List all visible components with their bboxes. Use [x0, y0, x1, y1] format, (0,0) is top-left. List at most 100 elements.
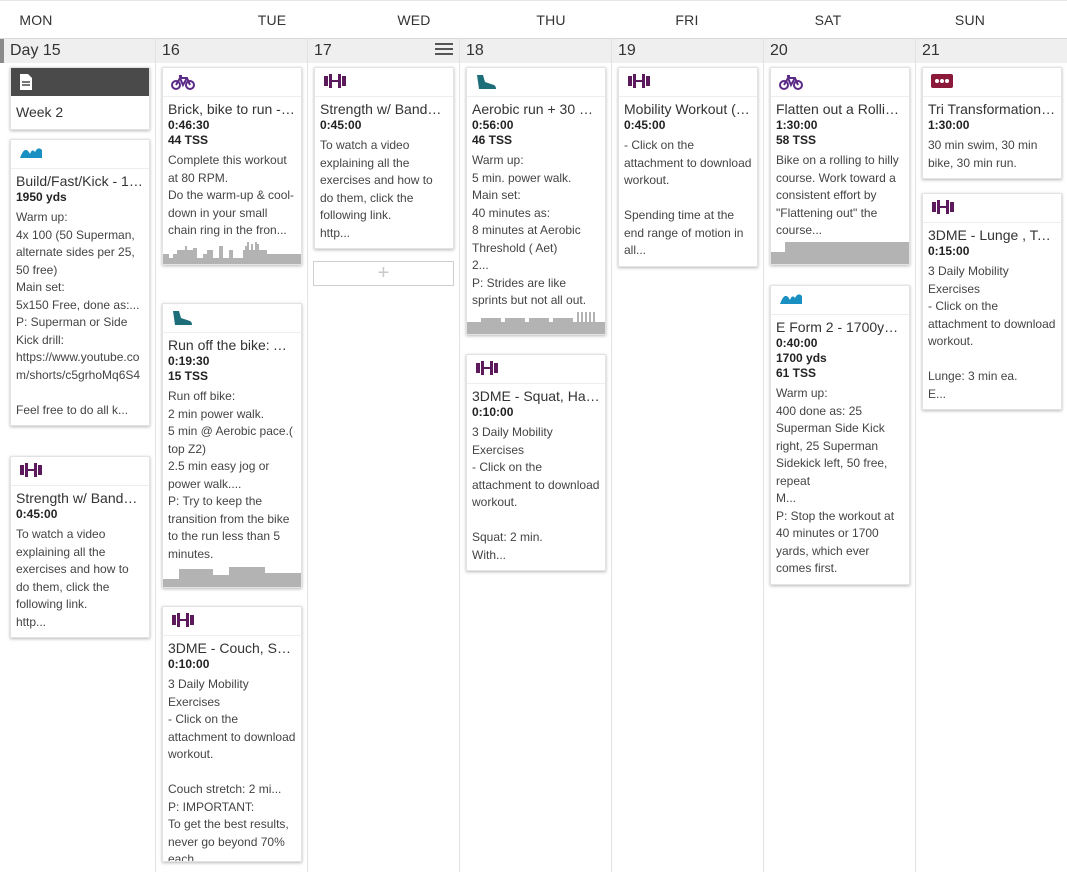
- strength-icon: [172, 613, 194, 627]
- workout-title: Strength w/ Bands (Full Body): [320, 101, 453, 117]
- week-menu-icon[interactable]: [435, 43, 453, 57]
- column-divider: [155, 38, 156, 872]
- workout-duration: 0:40:00: [776, 336, 818, 350]
- swim-icon: [780, 294, 802, 304]
- workout-card-run[interactable]: Aerobic run + 30 sec strides 0:56:00 46 …: [466, 67, 606, 335]
- workout-card-strength[interactable]: Mobility Workout (Full Body) 0:45:00 - C…: [618, 67, 758, 267]
- workout-title: 3DME - Squat, Hamstring, Lunge: [472, 388, 605, 404]
- workout-card-strength[interactable]: Strength w/ Bands (Full Body) 0:45:00 To…: [10, 456, 150, 638]
- workout-card-swim[interactable]: E Form 2 - 1700yds or 40 min 0:40:00 170…: [770, 285, 910, 585]
- date-tue: 16: [162, 42, 180, 59]
- workout-tss: 58 TSS: [776, 133, 817, 147]
- workout-card-strength[interactable]: 3DME - Couch, Squat, Lunge 0:10:00 3 Dai…: [162, 606, 302, 862]
- date-mon: Day 15: [10, 42, 61, 59]
- workout-description: Complete this workout at 80 RPM. Do the …: [168, 153, 295, 237]
- workout-title: 3DME - Lunge , Table Top, Squat: [928, 227, 1061, 243]
- workout-card-bike[interactable]: Flatten out a Rolling Course 1:30:00 58 …: [770, 67, 910, 265]
- plus-icon: +: [377, 262, 390, 284]
- workout-intensity-graph: [163, 241, 301, 264]
- other-icon: [931, 74, 953, 88]
- date-sun: 21: [922, 42, 940, 59]
- strength-icon: [476, 361, 498, 375]
- workout-title: Run off the bike: Aerobic: [168, 337, 301, 353]
- workout-intensity-graph: [771, 241, 909, 264]
- workout-title: Flatten out a Rolling Course: [776, 101, 909, 117]
- date-wed: 17: [314, 42, 332, 59]
- workout-title: Brick, bike to run - 80 RPM: [168, 101, 301, 117]
- workout-description: Warm up: 400 done as: 25 Superman Side K…: [776, 386, 895, 575]
- workout-duration: 0:10:00: [168, 657, 210, 671]
- workout-card-swim[interactable]: Build/Fast/Kick - 1950 yds 1950 yds Warm…: [10, 139, 150, 426]
- strength-icon: [932, 200, 954, 214]
- workout-card-strength[interactable]: Strength w/ Bands (Full Body) 0:45:00 To…: [314, 67, 454, 249]
- workout-description: To watch a video explaining all the exer…: [320, 138, 433, 240]
- workout-description: 3 Daily Mobility Exercises - Click on th…: [168, 677, 296, 862]
- top-border: [0, 0, 1067, 4]
- weekday-tue: TUE: [257, 12, 287, 28]
- run-icon: [477, 75, 496, 89]
- workout-title: 3DME - Couch, Squat, Lunge: [168, 640, 301, 656]
- column-divider: [611, 38, 612, 872]
- column-divider: [915, 38, 916, 872]
- workout-card-run[interactable]: Run off the bike: Aerobic 0:19:30 15 TSS…: [162, 303, 302, 588]
- workout-description: To watch a video explaining all the exer…: [16, 527, 129, 629]
- note-icon: [20, 74, 32, 90]
- workout-card-strength[interactable]: 3DME - Lunge , Table Top, Squat 0:15:00 …: [922, 193, 1062, 410]
- workout-intensity-graph: [467, 311, 605, 334]
- strength-icon: [20, 463, 42, 477]
- date-bar: Day 15 16 17 18 19 20 21: [0, 38, 1067, 63]
- workout-duration: 0:45:00: [16, 507, 58, 521]
- workout-duration: 0:45:00: [624, 118, 666, 132]
- weekday-sat: SAT: [814, 12, 842, 28]
- weekday-header-row: MON TUE WED THU FRI SAT SUN: [0, 6, 1067, 38]
- workout-title: E Form 2 - 1700yds or 40 min: [776, 319, 909, 335]
- workout-description: Run off bike: 2 min power walk. 5 min @ …: [168, 389, 293, 561]
- weekday-mon: MON: [19, 12, 53, 28]
- note-card-week[interactable]: Week 2: [10, 67, 150, 130]
- workout-description: 3 Daily Mobility Exercises - Click on th…: [472, 425, 600, 562]
- date-sat: 20: [770, 42, 788, 59]
- weekday-thu: THU: [536, 12, 566, 28]
- workout-distance: 1700 yds: [776, 351, 827, 365]
- workout-duration: 0:10:00: [472, 405, 514, 419]
- workout-tss: 15 TSS: [168, 369, 209, 383]
- workout-description: Bike on a rolling to hilly course. Work …: [776, 153, 899, 237]
- weekday-wed: WED: [397, 12, 431, 28]
- workout-duration: 0:15:00: [928, 244, 970, 258]
- workout-card-other[interactable]: Tri Transformation #3 1:30:00 30 min swi…: [922, 67, 1062, 179]
- column-divider: [459, 38, 460, 872]
- workout-card-bike[interactable]: Brick, bike to run - 80 RPM 0:46:30 44 T…: [162, 67, 302, 265]
- workout-tss: 46 TSS: [472, 133, 513, 147]
- workout-duration: 1:30:00: [928, 118, 970, 132]
- note-header: [11, 68, 149, 96]
- bike-icon: [171, 75, 195, 90]
- workout-intensity-graph: [163, 565, 301, 587]
- date-thu: 18: [466, 42, 484, 59]
- workout-tss: 61 TSS: [776, 366, 817, 380]
- workout-duration: 0:45:00: [320, 118, 362, 132]
- date-fri: 19: [618, 42, 636, 59]
- workout-title: Build/Fast/Kick - 1950 yds: [16, 173, 149, 189]
- workout-duration: 1:30:00: [776, 118, 818, 132]
- column-divider: [763, 38, 764, 872]
- bike-icon: [779, 75, 803, 90]
- run-icon: [173, 311, 192, 325]
- weekday-fri: FRI: [675, 12, 699, 28]
- workout-title: Aerobic run + 30 sec strides: [472, 101, 605, 117]
- strength-icon: [324, 74, 346, 88]
- workout-distance: 1950 yds: [16, 190, 67, 204]
- workout-title: Strength w/ Bands (Full Body): [16, 490, 149, 506]
- today-accent: [0, 39, 4, 63]
- workout-tss: 44 TSS: [168, 133, 209, 147]
- workout-card-strength[interactable]: 3DME - Squat, Hamstring, Lunge 0:10:00 3…: [466, 354, 606, 571]
- column-divider: [307, 38, 308, 872]
- workout-title: Tri Transformation #3: [928, 101, 1061, 117]
- weekday-sun: SUN: [954, 12, 986, 28]
- add-workout-button[interactable]: +: [313, 261, 454, 286]
- workout-duration: 0:46:30: [168, 118, 210, 132]
- workout-description: 3 Daily Mobility Exercises - Click on th…: [928, 264, 1056, 401]
- workout-description: - Click on the attachment to download wo…: [624, 138, 752, 257]
- workout-description: Warm up: 4x 100 (50 Superman, alternate …: [16, 210, 141, 417]
- workout-description: Warm up: 5 min. power walk. Main set: 40…: [472, 153, 587, 307]
- workout-title: Week 2: [16, 104, 64, 120]
